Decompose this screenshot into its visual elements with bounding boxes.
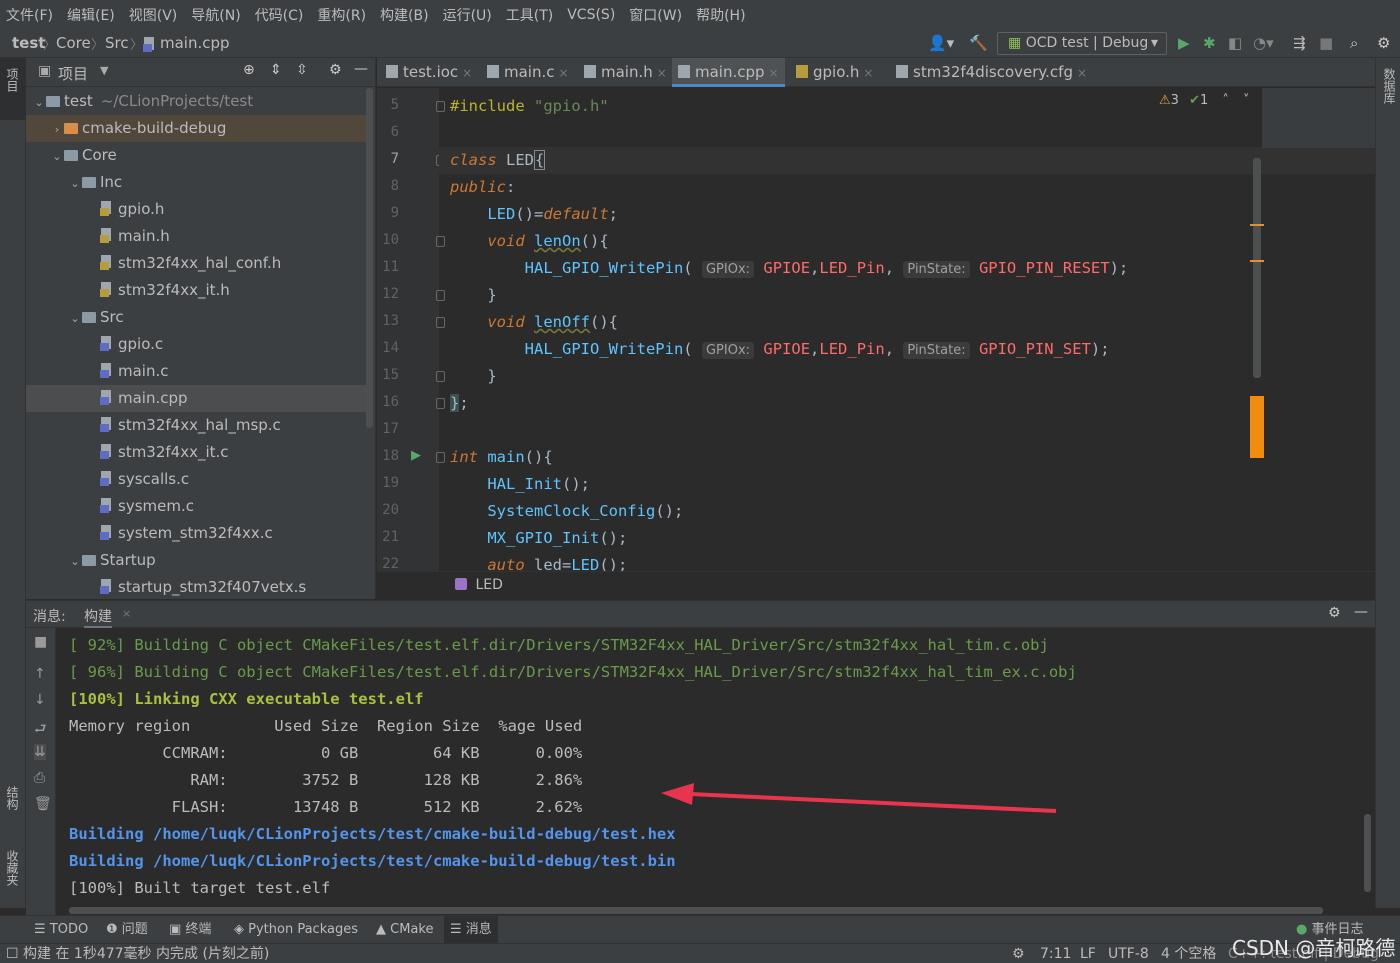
- line-separator[interactable]: LF: [1080, 944, 1096, 963]
- tab-messages[interactable]: ☰ 消息: [444, 916, 498, 943]
- tab-problems-label: 问题: [121, 922, 148, 937]
- arrow-head: [661, 783, 694, 805]
- git-icon[interactable]: ⚙: [1012, 944, 1025, 963]
- status-bar: ☐ 构建 在 1秒477毫秒 内完成 (片刻之前) ⚙ 7:11 LF UTF-…: [0, 943, 1400, 963]
- tab-todo-label: TODO: [49, 922, 89, 937]
- arrow-shaft: [689, 792, 1057, 813]
- tab-problems[interactable]: ❶ 问题: [100, 916, 154, 943]
- tab-python-packages[interactable]: ◈ Python Packages: [228, 916, 364, 943]
- caret-position[interactable]: 7:11: [1040, 944, 1071, 963]
- tab-terminal[interactable]: ▣ 终端: [163, 916, 217, 943]
- tab-python-packages-label: Python Packages: [248, 922, 358, 937]
- annotation-arrow: [661, 783, 1057, 813]
- indent-setting[interactable]: 4 个空格: [1161, 944, 1216, 963]
- tab-cmake-label: CMake: [390, 922, 434, 937]
- status-message[interactable]: ☐ 构建 在 1秒477毫秒 内完成 (片刻之前): [6, 944, 269, 963]
- watermark: CSDN @音柯路德: [1232, 936, 1396, 960]
- tab-terminal-label: 终端: [185, 922, 212, 937]
- file-encoding[interactable]: UTF-8: [1108, 944, 1149, 963]
- tab-cmake[interactable]: ▲ CMake: [370, 916, 439, 943]
- status-message-text: 构建 在 1秒477毫秒 内完成 (片刻之前): [23, 946, 270, 962]
- tool-window-bar: ☰ TODO ❶ 问题 ▣ 终端 ◈ Python Packages ▲ CMa…: [0, 915, 1400, 943]
- tab-todo[interactable]: ☰ TODO: [28, 916, 94, 943]
- tab-messages-label: 消息: [465, 922, 492, 937]
